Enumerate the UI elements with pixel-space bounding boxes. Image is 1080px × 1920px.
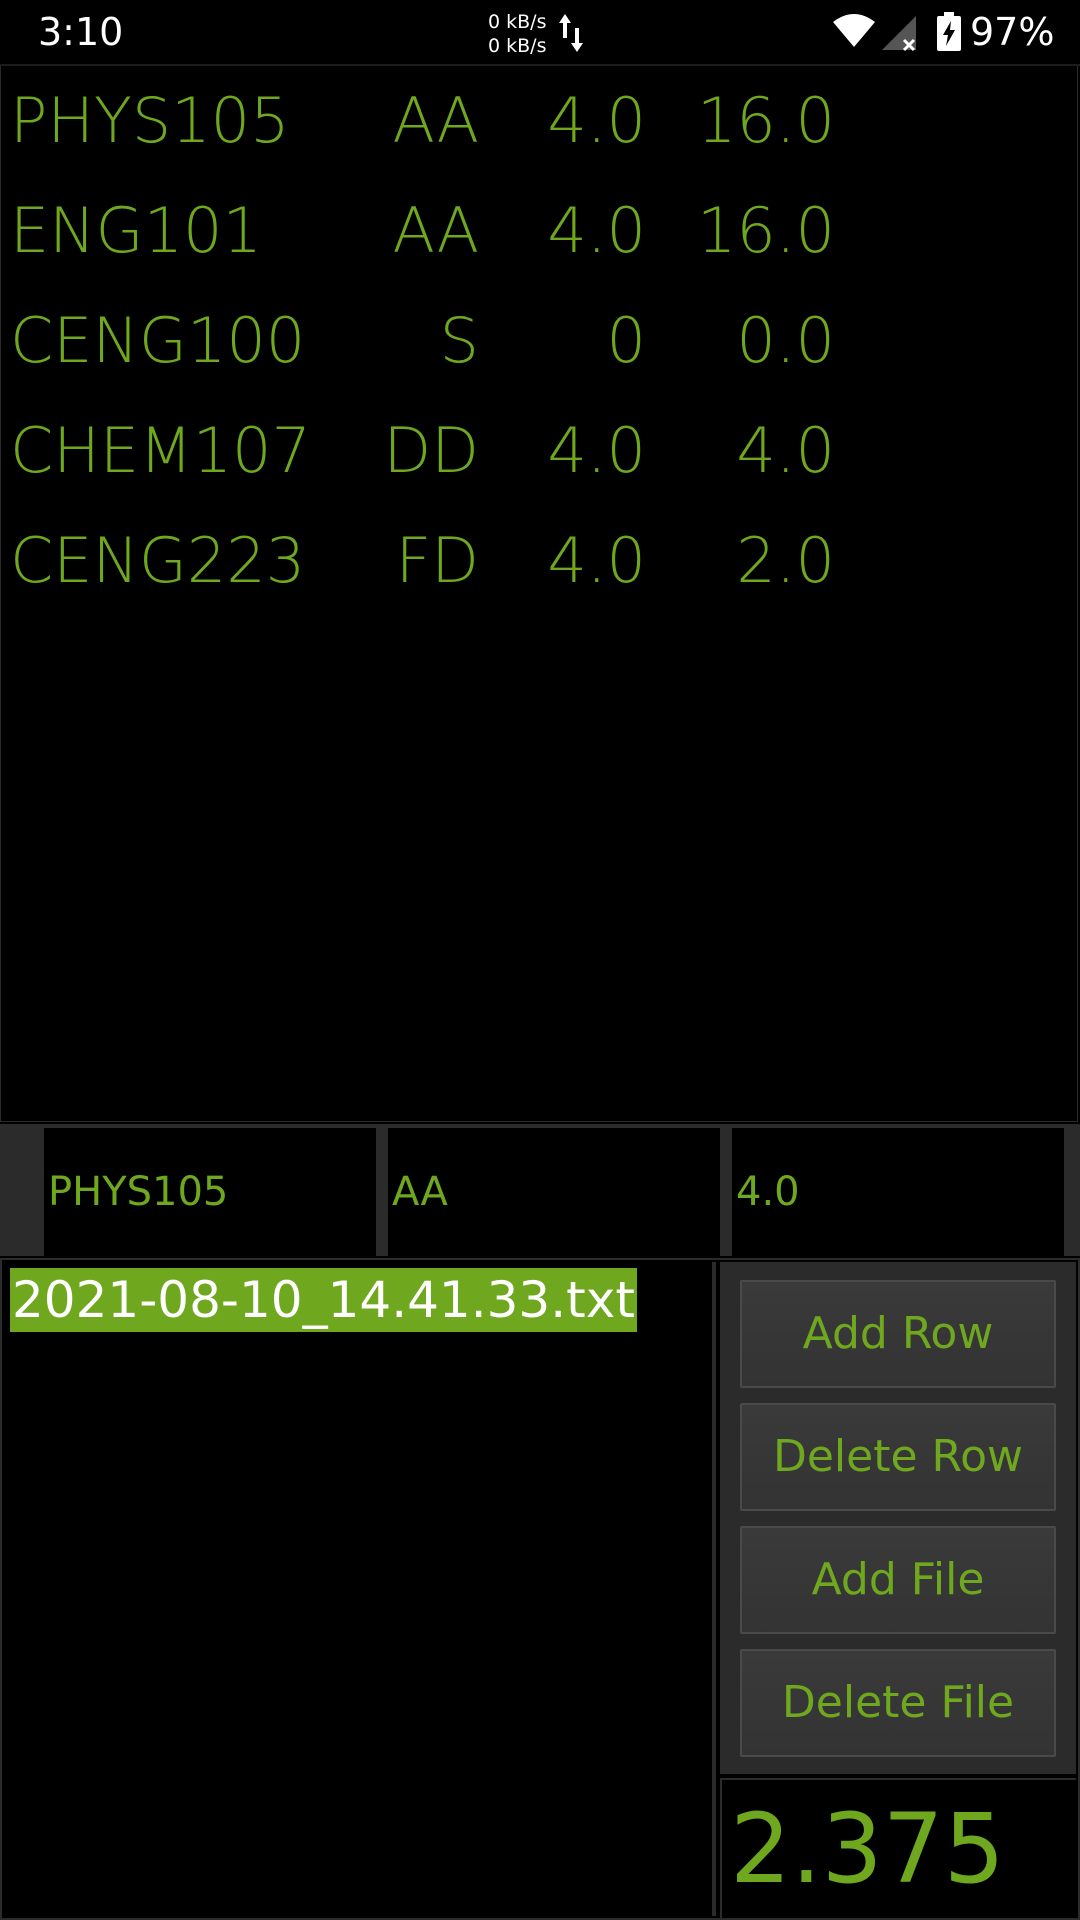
grade-points: 16.0 xyxy=(696,84,835,157)
clock: 3:10 xyxy=(38,10,124,54)
upload-speed: 0 kB/s xyxy=(488,11,547,33)
letter-grade: AA xyxy=(392,84,479,157)
credit-input[interactable]: 4.0 xyxy=(732,1128,1064,1256)
file-item-selected[interactable]: 2021-08-10_14.41.33.txt xyxy=(10,1268,637,1332)
grade-points: 4.0 xyxy=(736,414,835,487)
grade-row[interactable]: PHYS105 AA 4.0 16.0 xyxy=(1,66,1079,176)
grades-list[interactable]: PHYS105 AA 4.0 16.0 ENG101 AA 4.0 16.0 C… xyxy=(0,66,1078,1122)
credit-value: 0 xyxy=(606,304,646,377)
course-code: CHEM107 xyxy=(10,414,311,487)
file-list[interactable]: 2021-08-10_14.41.33.txt xyxy=(4,1262,716,1916)
signal-icon xyxy=(882,16,916,52)
grade-points: 2.0 xyxy=(736,524,835,597)
status-bar: 3:10 0 kB/s 0 kB/s 97% xyxy=(0,0,1080,66)
course-code: CENG100 xyxy=(10,304,306,377)
grade-row[interactable]: CHEM107 DD 4.0 4.0 xyxy=(1,396,1079,506)
delete-row-button[interactable]: Delete Row xyxy=(740,1403,1056,1511)
wifi-icon xyxy=(833,14,875,47)
course-code: PHYS105 xyxy=(10,84,290,157)
letter-grade: DD xyxy=(383,414,479,487)
grade-row[interactable]: ENG101 AA 4.0 16.0 xyxy=(1,176,1079,286)
letter-grade: FD xyxy=(395,524,479,597)
letter-grade: S xyxy=(439,304,479,377)
grade-points: 0.0 xyxy=(736,304,835,377)
battery-percentage: 97% xyxy=(970,10,1055,54)
grade-row[interactable]: CENG100 S 0 0.0 xyxy=(1,286,1079,396)
add-file-button[interactable]: Add File xyxy=(740,1526,1056,1634)
gpa-value: 2.375 xyxy=(730,1793,1005,1905)
download-speed: 0 kB/s xyxy=(488,35,547,57)
course-input[interactable]: PHYS105 xyxy=(44,1128,376,1256)
credit-value: 4.0 xyxy=(547,524,646,597)
grade-points: 16.0 xyxy=(696,194,835,267)
add-row-button[interactable]: Add Row xyxy=(740,1280,1056,1388)
button-panel: Add Row Delete Row Add File Delete File xyxy=(720,1262,1076,1774)
grade-row[interactable]: CENG223 FD 4.0 2.0 xyxy=(1,506,1079,616)
credit-value: 4.0 xyxy=(547,84,646,157)
course-code: CENG223 xyxy=(10,524,306,597)
data-transfer-icon xyxy=(559,14,583,52)
gpa-display: 2.375 xyxy=(720,1778,1076,1918)
credit-value: 4.0 xyxy=(547,194,646,267)
credit-value: 4.0 xyxy=(547,414,646,487)
network-speed: 0 kB/s 0 kB/s xyxy=(488,10,546,58)
grade-input[interactable]: AA xyxy=(388,1128,720,1256)
letter-grade: AA xyxy=(392,194,479,267)
course-code: ENG101 xyxy=(10,194,262,267)
delete-file-button[interactable]: Delete File xyxy=(740,1649,1056,1757)
battery-charging-icon xyxy=(937,12,961,51)
input-strip: PHYS105 AA 4.0 xyxy=(0,1124,1080,1256)
